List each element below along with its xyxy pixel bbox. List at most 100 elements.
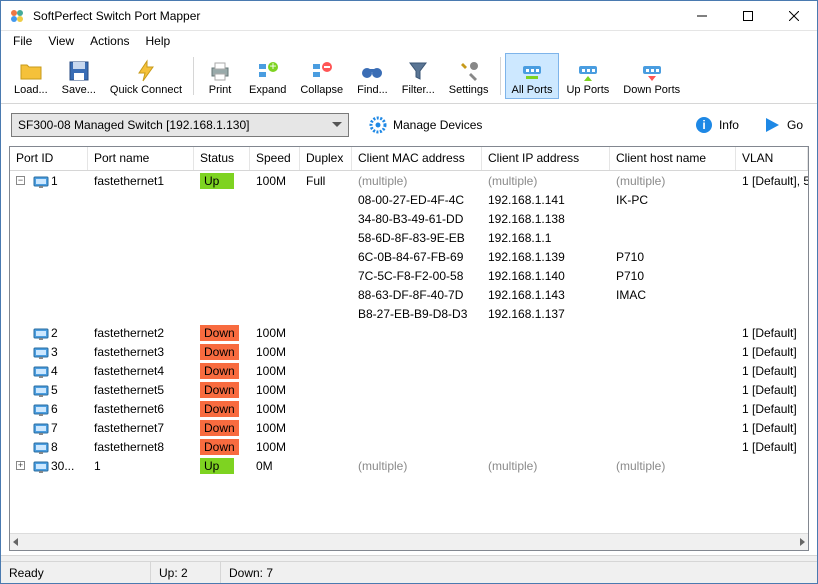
table-row[interactable]: 8fastethernet8Down100M1 [Default] [10, 437, 808, 456]
port-icon [33, 347, 47, 357]
find-button[interactable]: Find... [350, 53, 395, 99]
expand-icon: + [256, 59, 280, 83]
col-vlan[interactable]: VLAN [736, 147, 808, 170]
all-ports-button[interactable]: All Ports [505, 53, 560, 99]
col-host[interactable]: Client host name [610, 147, 736, 170]
manage-devices-button[interactable]: Manage Devices [365, 113, 486, 137]
sub-toolbar: SF300-08 Managed Switch [192.168.1.130] … [1, 104, 817, 146]
up-ports-icon [576, 59, 600, 83]
port-icon [33, 385, 47, 395]
close-button[interactable] [771, 1, 817, 31]
table-row[interactable]: 7C-5C-F8-F2-00-58192.168.1.140P710 [10, 266, 808, 285]
scroll-left-icon[interactable] [12, 538, 20, 546]
status-bar: Ready Up: 2 Down: 7 [1, 561, 817, 583]
status-badge: Down [200, 401, 239, 417]
status-up: Up: 2 [151, 562, 221, 583]
minimize-button[interactable] [679, 1, 725, 31]
menu-file[interactable]: File [5, 32, 40, 50]
status-badge: Down [200, 344, 239, 360]
funnel-icon [406, 59, 430, 83]
lightning-icon [134, 59, 158, 83]
window-title: SoftPerfect Switch Port Mapper [33, 9, 679, 23]
menu-actions[interactable]: Actions [82, 32, 137, 50]
horizontal-scrollbar[interactable] [10, 533, 808, 550]
table-row[interactable]: 08-00-27-ED-4F-4C192.168.1.141IK-PC [10, 190, 808, 209]
col-status[interactable]: Status [194, 147, 250, 170]
status-badge: Down [200, 439, 239, 455]
gear-icon [369, 116, 387, 134]
folder-icon [19, 59, 43, 83]
table-row[interactable]: 7fastethernet7Down100M1 [Default] [10, 418, 808, 437]
svg-text:i: i [702, 118, 705, 132]
table-row[interactable]: B8-27-EB-B9-D8-D3192.168.1.137 [10, 304, 808, 323]
col-port[interactable]: Port ID [10, 147, 88, 170]
grid-header: Port ID Port name Status Speed Duplex Cl… [10, 147, 808, 171]
status-badge: Down [200, 363, 239, 379]
binoculars-icon [360, 59, 384, 83]
table-row[interactable]: 4fastethernet4Down100M1 [Default] [10, 361, 808, 380]
all-ports-icon [520, 59, 544, 83]
table-row[interactable]: 2fastethernet2Down100M1 [Default] [10, 323, 808, 342]
scroll-right-icon[interactable] [798, 538, 806, 546]
floppy-icon [67, 59, 91, 83]
table-row[interactable]: −1fastethernet1Up100MFull(multiple)(mult… [10, 171, 808, 190]
chevron-down-icon [332, 122, 342, 128]
play-icon [763, 116, 781, 134]
tree-expander[interactable]: − [16, 176, 25, 185]
tools-icon [457, 59, 481, 83]
port-icon [33, 328, 47, 338]
status-badge: Down [200, 325, 239, 341]
col-ip[interactable]: Client IP address [482, 147, 610, 170]
table-row[interactable]: 3fastethernet3Down100M1 [Default] [10, 342, 808, 361]
save-button[interactable]: Save... [55, 53, 103, 99]
port-icon [33, 423, 47, 433]
port-icon [33, 176, 47, 186]
device-select-value: SF300-08 Managed Switch [192.168.1.130] [18, 118, 250, 132]
collapse-button[interactable]: Collapse [293, 53, 350, 99]
port-grid: Port ID Port name Status Speed Duplex Cl… [9, 146, 809, 551]
maximize-button[interactable] [725, 1, 771, 31]
col-duplex[interactable]: Duplex [300, 147, 352, 170]
info-icon: i [695, 116, 713, 134]
col-mac[interactable]: Client MAC address [352, 147, 482, 170]
table-row[interactable]: 6fastethernet6Down100M1 [Default] [10, 399, 808, 418]
settings-button[interactable]: Settings [442, 53, 496, 99]
table-row[interactable]: 88-63-DF-8F-40-7D192.168.1.143IMAC [10, 285, 808, 304]
app-icon [9, 8, 25, 24]
status-badge: Down [200, 420, 239, 436]
status-down: Down: 7 [221, 562, 817, 583]
info-button[interactable]: i Info [691, 113, 743, 137]
collapse-icon [310, 59, 334, 83]
down-ports-icon [640, 59, 664, 83]
load-button[interactable]: Load... [7, 53, 55, 99]
quick-connect-button[interactable]: Quick Connect [103, 53, 189, 99]
col-speed[interactable]: Speed [250, 147, 300, 170]
table-row[interactable]: 58-6D-8F-83-9E-EB192.168.1.1 [10, 228, 808, 247]
table-row[interactable]: 6C-0B-84-67-FB-69192.168.1.139P710 [10, 247, 808, 266]
status-badge: Up [200, 458, 234, 474]
port-icon [33, 442, 47, 452]
svg-text:+: + [269, 59, 276, 73]
device-select[interactable]: SF300-08 Managed Switch [192.168.1.130] [11, 113, 349, 137]
table-row[interactable]: +30...1Up0M(multiple)(multiple)(multiple… [10, 456, 808, 475]
table-row[interactable]: 5fastethernet5Down100M1 [Default] [10, 380, 808, 399]
tree-expander[interactable]: + [16, 461, 25, 470]
go-button[interactable]: Go [759, 113, 807, 137]
table-row[interactable]: 34-80-B3-49-61-DD192.168.1.138 [10, 209, 808, 228]
expand-button[interactable]: + Expand [242, 53, 293, 99]
menu-help[interactable]: Help [138, 32, 179, 50]
toolbar: Load... Save... Quick Connect Print + Ex… [1, 51, 817, 104]
status-badge: Up [200, 173, 234, 189]
port-icon [33, 366, 47, 376]
down-ports-button[interactable]: Down Ports [616, 53, 687, 99]
port-icon [33, 404, 47, 414]
col-name[interactable]: Port name [88, 147, 194, 170]
menu-bar: File View Actions Help [1, 31, 817, 51]
title-bar: SoftPerfect Switch Port Mapper [1, 1, 817, 31]
print-button[interactable]: Print [198, 53, 242, 99]
up-ports-button[interactable]: Up Ports [559, 53, 616, 99]
filter-button[interactable]: Filter... [395, 53, 442, 99]
grid-body[interactable]: −1fastethernet1Up100MFull(multiple)(mult… [10, 171, 808, 533]
status-badge: Down [200, 382, 239, 398]
menu-view[interactable]: View [40, 32, 82, 50]
